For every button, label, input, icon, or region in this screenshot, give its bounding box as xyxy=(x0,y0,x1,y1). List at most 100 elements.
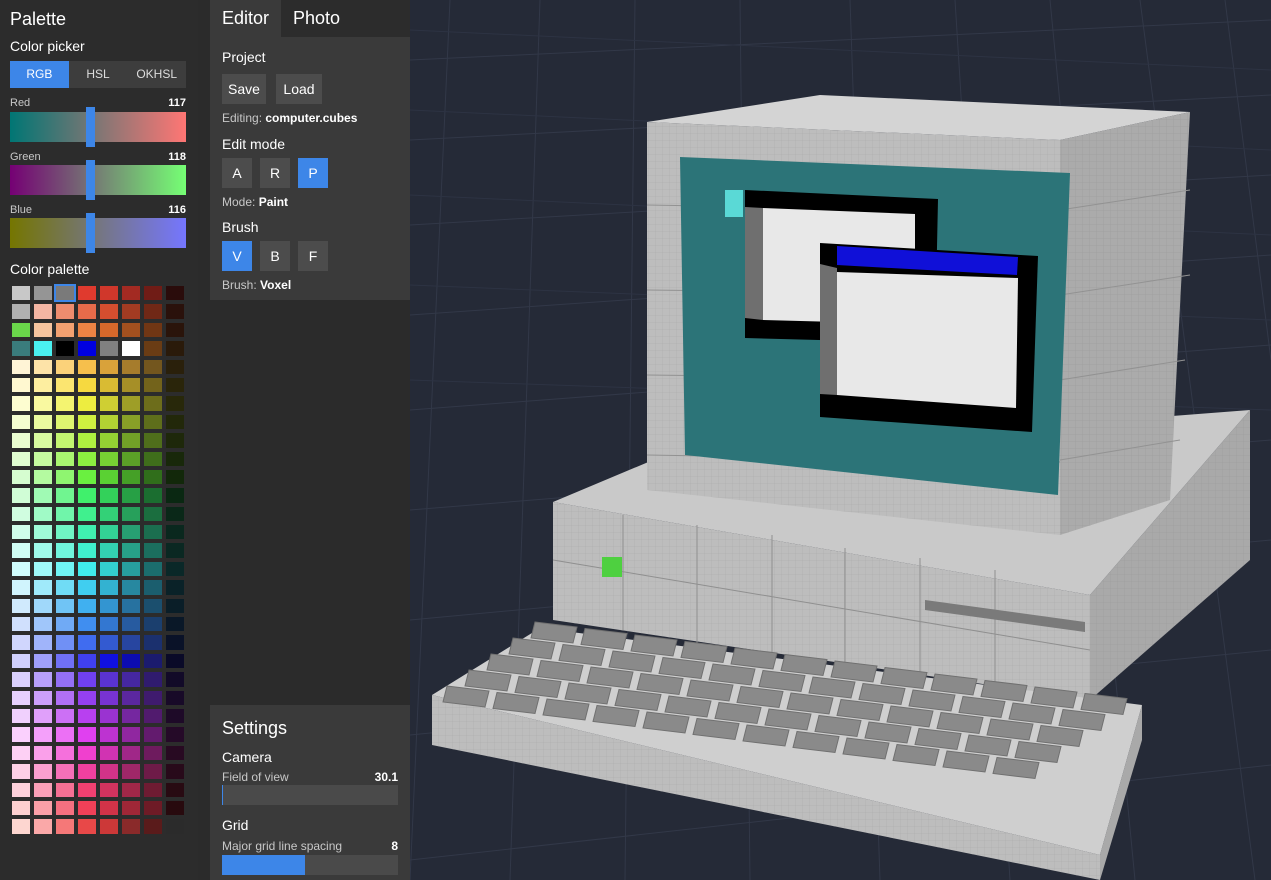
color-swatch[interactable] xyxy=(34,433,52,448)
color-swatch[interactable] xyxy=(122,341,140,356)
color-swatch[interactable] xyxy=(122,708,140,724)
color-swatch[interactable] xyxy=(12,469,30,485)
color-swatch[interactable] xyxy=(100,764,118,779)
color-swatch[interactable] xyxy=(56,598,74,614)
color-swatch[interactable] xyxy=(100,414,118,430)
load-button[interactable]: Load xyxy=(276,74,322,104)
color-swatch[interactable] xyxy=(12,708,30,724)
color-swatch[interactable] xyxy=(56,782,74,797)
color-swatch[interactable] xyxy=(166,543,184,558)
mode-okhsl-button[interactable]: OKHSL xyxy=(127,61,186,88)
color-swatch[interactable] xyxy=(144,561,162,577)
color-swatch[interactable] xyxy=(166,653,184,669)
color-swatch[interactable] xyxy=(56,396,74,411)
color-swatch[interactable] xyxy=(144,782,162,797)
color-swatch[interactable] xyxy=(122,580,140,595)
color-swatch[interactable] xyxy=(144,286,162,301)
color-swatch[interactable] xyxy=(56,341,74,356)
color-swatch[interactable] xyxy=(122,653,140,669)
color-swatch[interactable] xyxy=(144,745,162,761)
color-swatch[interactable] xyxy=(100,433,118,448)
color-swatch[interactable] xyxy=(78,653,96,669)
color-swatch[interactable] xyxy=(12,580,30,595)
color-swatch[interactable] xyxy=(144,469,162,485)
blue-slider-handle[interactable] xyxy=(86,213,95,253)
color-swatch[interactable] xyxy=(122,396,140,411)
color-swatch[interactable] xyxy=(122,598,140,614)
color-swatch[interactable] xyxy=(122,800,140,816)
color-swatch[interactable] xyxy=(122,543,140,558)
brush-v-button[interactable]: V xyxy=(222,241,252,271)
color-swatch[interactable] xyxy=(144,341,162,356)
color-swatch[interactable] xyxy=(122,690,140,705)
color-swatch[interactable] xyxy=(166,488,184,503)
color-swatch[interactable] xyxy=(166,764,184,779)
color-swatch[interactable] xyxy=(56,617,74,632)
color-swatch[interactable] xyxy=(34,708,52,724)
color-swatch[interactable] xyxy=(122,635,140,650)
color-swatch[interactable] xyxy=(78,635,96,650)
color-swatch[interactable] xyxy=(100,341,118,356)
color-swatch[interactable] xyxy=(144,488,162,503)
color-swatch[interactable] xyxy=(12,727,30,742)
color-swatch[interactable] xyxy=(34,598,52,614)
color-swatch[interactable] xyxy=(12,800,30,816)
color-swatch[interactable] xyxy=(12,819,30,834)
color-swatch[interactable] xyxy=(34,451,52,466)
tab-photo[interactable]: Photo xyxy=(281,0,352,37)
color-swatch[interactable] xyxy=(166,727,184,742)
color-swatch[interactable] xyxy=(56,745,74,761)
color-swatch[interactable] xyxy=(122,414,140,430)
color-swatch[interactable] xyxy=(12,617,30,632)
color-swatch[interactable] xyxy=(100,469,118,485)
color-swatch[interactable] xyxy=(12,653,30,669)
color-swatch[interactable] xyxy=(56,488,74,503)
color-swatch[interactable] xyxy=(100,322,118,338)
color-swatch[interactable] xyxy=(56,304,74,319)
color-swatch[interactable] xyxy=(166,580,184,595)
color-swatch[interactable] xyxy=(56,819,74,834)
color-swatch[interactable] xyxy=(122,433,140,448)
color-swatch[interactable] xyxy=(56,506,74,522)
color-swatch[interactable] xyxy=(12,286,30,301)
brush-b-button[interactable]: B xyxy=(260,241,290,271)
color-swatch[interactable] xyxy=(166,525,184,540)
color-swatch[interactable] xyxy=(56,727,74,742)
color-swatch[interactable] xyxy=(12,322,30,338)
red-slider[interactable] xyxy=(10,112,186,142)
color-swatch[interactable] xyxy=(34,764,52,779)
color-swatch[interactable] xyxy=(122,451,140,466)
color-swatch[interactable] xyxy=(56,322,74,338)
color-swatch[interactable] xyxy=(100,525,118,540)
color-swatch[interactable] xyxy=(12,341,30,356)
color-swatch[interactable] xyxy=(78,708,96,724)
color-swatch[interactable] xyxy=(122,782,140,797)
color-swatch[interactable] xyxy=(100,635,118,650)
color-swatch[interactable] xyxy=(56,451,74,466)
color-swatch[interactable] xyxy=(166,341,184,356)
color-swatch[interactable] xyxy=(78,782,96,797)
color-swatch[interactable] xyxy=(122,672,140,687)
color-swatch[interactable] xyxy=(34,543,52,558)
color-swatch[interactable] xyxy=(34,561,52,577)
color-swatch[interactable] xyxy=(166,745,184,761)
color-swatch[interactable] xyxy=(12,764,30,779)
color-swatch[interactable] xyxy=(78,488,96,503)
color-swatch[interactable] xyxy=(100,782,118,797)
grid-spacing-slider[interactable] xyxy=(222,855,398,875)
color-swatch[interactable] xyxy=(100,451,118,466)
green-slider[interactable] xyxy=(10,165,186,195)
color-swatch[interactable] xyxy=(34,506,52,522)
color-swatch[interactable] xyxy=(122,727,140,742)
color-swatch[interactable] xyxy=(34,745,52,761)
color-swatch[interactable] xyxy=(78,451,96,466)
save-button[interactable]: Save xyxy=(222,74,266,104)
color-swatch[interactable] xyxy=(166,819,184,834)
color-swatch[interactable] xyxy=(144,819,162,834)
fov-slider[interactable] xyxy=(222,785,398,805)
color-swatch[interactable] xyxy=(12,672,30,687)
color-swatch[interactable] xyxy=(78,764,96,779)
color-swatch[interactable] xyxy=(100,617,118,632)
color-swatch[interactable] xyxy=(78,561,96,577)
color-swatch[interactable] xyxy=(12,635,30,650)
